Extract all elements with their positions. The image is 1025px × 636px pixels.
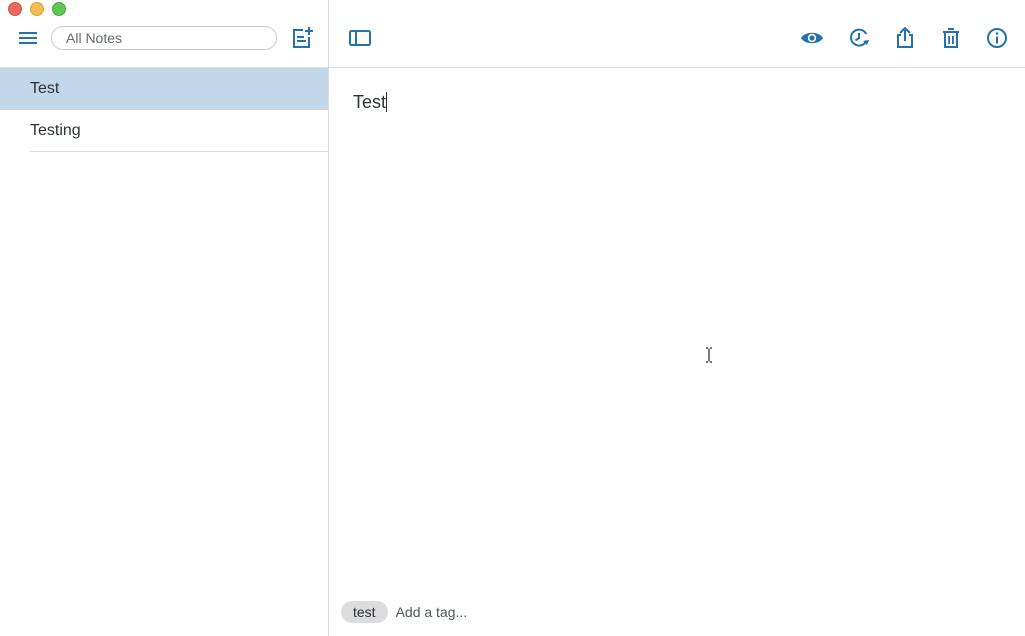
note-list-item[interactable]: Test [0, 68, 328, 110]
note-editor[interactable]: Test [353, 92, 388, 113]
maximize-window-button[interactable] [52, 2, 66, 16]
editor-toolbar [329, 0, 1025, 68]
add-tag-input[interactable] [395, 604, 556, 620]
preview-eye-icon[interactable] [800, 26, 824, 50]
new-note-icon[interactable] [290, 25, 314, 51]
text-cursor-icon [705, 347, 713, 363]
sidebar-toggle-icon[interactable] [348, 26, 372, 50]
tag-chip[interactable]: test [341, 601, 388, 623]
note-content: Test [353, 92, 387, 112]
note-title: Test [30, 80, 60, 97]
tag-bar: test [341, 601, 556, 623]
window-controls [8, 2, 66, 16]
note-list: Test Testing [0, 68, 328, 152]
sidebar-toolbar [0, 22, 328, 66]
note-title: Testing [30, 122, 81, 139]
close-window-button[interactable] [8, 2, 22, 16]
note-list-item[interactable]: Testing [0, 110, 328, 152]
info-icon[interactable] [985, 26, 1009, 50]
tag-label: test [353, 604, 376, 620]
minimize-window-button[interactable] [30, 2, 44, 16]
note-editor-pane: Test test [329, 0, 1025, 636]
text-caret [386, 92, 388, 112]
hamburger-menu-icon[interactable] [16, 26, 40, 50]
search-input[interactable] [51, 26, 277, 50]
notes-sidebar: Test Testing [0, 0, 329, 636]
history-icon[interactable] [847, 26, 871, 50]
trash-icon[interactable] [939, 26, 963, 50]
share-icon[interactable] [893, 26, 917, 50]
